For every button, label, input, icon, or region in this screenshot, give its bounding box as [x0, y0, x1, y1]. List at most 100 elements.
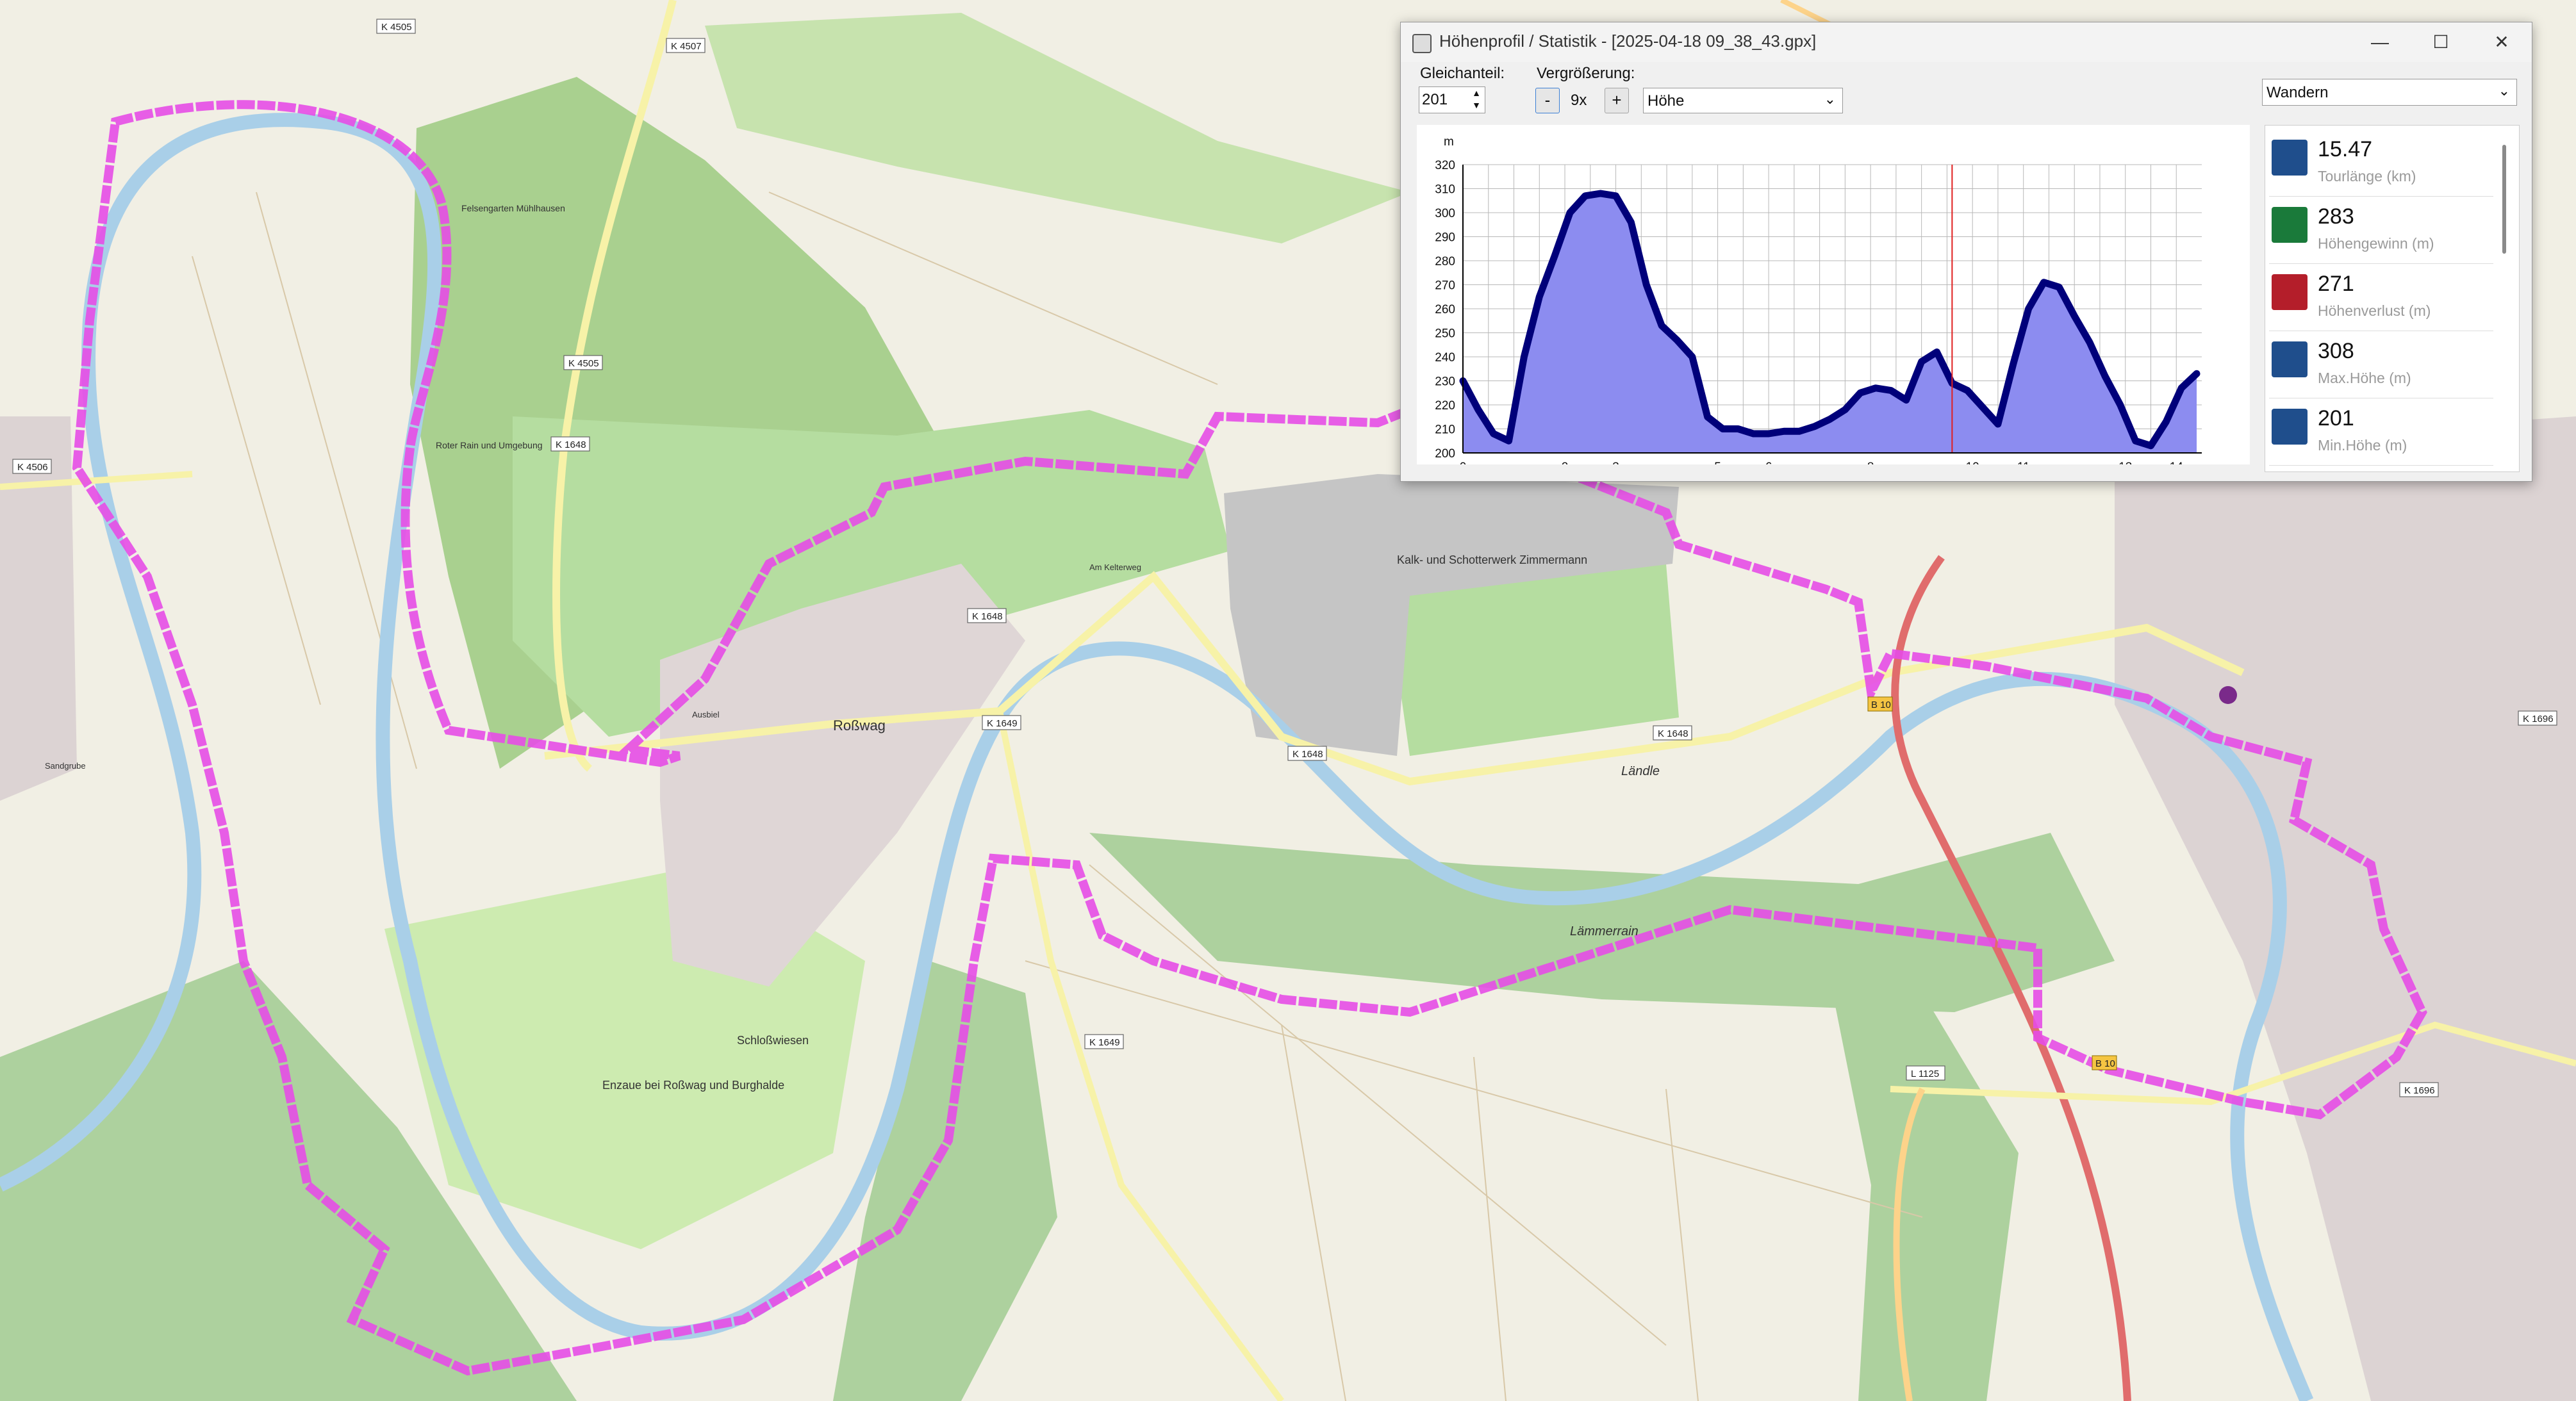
y-tick-label: 300 — [1435, 207, 1455, 220]
stat-value: 271 — [2318, 272, 2354, 296]
elevation-point — [1492, 432, 1495, 435]
stats-scrollbar[interactable] — [2502, 145, 2506, 254]
elevation-point — [1476, 408, 1480, 411]
close-button[interactable]: ✕ — [2471, 22, 2532, 62]
elevation-point — [1690, 356, 1694, 358]
descent-icon — [2272, 274, 2308, 310]
elevation-point — [2042, 281, 2045, 284]
zoom-out-button[interactable]: - — [1535, 88, 1560, 113]
road-shield: B 10 — [2092, 1055, 2117, 1070]
road-shield: K 4505 — [376, 19, 416, 34]
stat-caption: Höhenverlust (m) — [2318, 302, 2431, 319]
stat-caption: Höhengewinn (m) — [2318, 235, 2434, 252]
y-tick-label: 200 — [1435, 447, 1455, 461]
street-label: Am Kelterweg — [1089, 562, 1141, 572]
offset-value: 201 — [1422, 91, 1448, 108]
app-icon — [1412, 34, 1432, 53]
road-shield: L 1125 — [1906, 1065, 1945, 1081]
elevation-point — [2073, 315, 2076, 318]
elevation-point — [1859, 391, 1862, 395]
elevation-chart[interactable]: 2002102202302402502602702802903003103200… — [1417, 125, 2250, 482]
elevation-point — [2103, 375, 2106, 377]
zoom-in-button[interactable]: + — [1605, 88, 1629, 113]
town-west — [0, 416, 77, 801]
x-tick-label: 3 — [1612, 461, 1619, 464]
stats-panel: 15.47 Tourlänge (km) 283 Höhengewinn (m)… — [2265, 125, 2520, 472]
elevation-point — [1660, 324, 1664, 327]
y-tick-label: 280 — [1435, 255, 1455, 268]
stat-caption: Max.Höhe (m) — [2318, 370, 2411, 386]
spinner-arrows-icon[interactable]: ▲ ▼ — [1469, 87, 1483, 111]
maximize-button[interactable]: ☐ — [2410, 22, 2472, 62]
x-tick-label: 13 — [2118, 461, 2132, 464]
svg-text:K 4507: K 4507 — [671, 41, 702, 52]
y-tick-label: 230 — [1435, 375, 1455, 389]
road-shield: K 1648 — [1287, 746, 1327, 761]
x-tick-label: 11 — [2017, 461, 2030, 464]
svg-text:K 1648: K 1648 — [556, 439, 586, 450]
elevation-point — [1721, 427, 1724, 430]
elevation-point — [1889, 389, 1892, 392]
elevation-profile-window: Höhenprofil / Statistik - [2025-04-18 09… — [1400, 22, 2532, 482]
elevation-point — [1935, 350, 1938, 354]
place-label: Felsengarten Mühlhausen — [461, 203, 565, 213]
street-label: Ausbiel — [692, 710, 720, 719]
stat-value: 283 — [2318, 204, 2354, 229]
elevation-point — [1813, 425, 1816, 428]
offset-spinner[interactable]: 201 ▲ ▼ — [1419, 86, 1485, 113]
ascent-icon — [2272, 207, 2308, 243]
svg-text:K 4506: K 4506 — [17, 462, 48, 473]
zoom-label: Vergrößerung: — [1537, 65, 1635, 82]
profile-type-select[interactable]: Höhe ⌄ — [1643, 88, 1843, 113]
stat-caption: Tourlänge (km) — [2318, 168, 2416, 184]
stat-ascent: 283 Höhengewinn (m) — [2269, 199, 2493, 264]
min-height-icon — [2272, 409, 2308, 445]
svg-text:K 1648: K 1648 — [1658, 728, 1688, 739]
elevation-point — [1782, 430, 1785, 433]
place-label: Kalk- und Schotterwerk Zimmermann — [1397, 553, 1587, 566]
elevation-point — [1752, 432, 1755, 435]
minimize-button[interactable]: — — [2349, 22, 2411, 62]
elevation-point — [2165, 420, 2168, 423]
elevation-point — [2134, 439, 2137, 443]
poi-marker[interactable] — [2219, 686, 2237, 704]
elevation-chart-svg: 2002102202302402502602702802903003103200… — [1435, 135, 2231, 482]
elevation-point — [1630, 221, 1633, 224]
distance-icon — [2272, 140, 2308, 176]
y-tick-label: 210 — [1435, 423, 1455, 437]
y-tick-label: 250 — [1435, 327, 1455, 341]
y-tick-label: 270 — [1435, 279, 1455, 293]
stat-descent: 271 Höhenverlust (m) — [2269, 266, 2493, 331]
window-title: Höhenprofil / Statistik - [2025-04-18 09… — [1439, 31, 1817, 51]
svg-text:L 1125: L 1125 — [1911, 1069, 1939, 1079]
elevation-point — [1828, 418, 1831, 421]
svg-text:K 4505: K 4505 — [568, 358, 599, 369]
street-label: Sandgrube — [45, 761, 86, 771]
elevation-point — [2118, 404, 2122, 406]
road-shield: K 1648 — [550, 436, 590, 452]
y-axis-label: m — [1444, 135, 1454, 149]
svg-text:K 1648: K 1648 — [972, 611, 1003, 622]
place-label: Lämmerrain — [1570, 924, 1639, 938]
elevation-point — [1981, 406, 1985, 409]
y-tick-label: 320 — [1435, 159, 1455, 172]
stat-caption: Min.Höhe (m) — [2318, 437, 2407, 454]
elevation-point — [1538, 295, 1541, 299]
x-tick-label: 10 — [1966, 461, 1979, 464]
y-tick-label: 240 — [1435, 351, 1455, 365]
elevation-point — [1737, 427, 1740, 430]
stat-value: 201 — [2318, 406, 2354, 430]
elevation-point — [1553, 254, 1556, 258]
activity-select[interactable]: Wandern ⌄ — [2262, 79, 2517, 106]
y-tick-label: 220 — [1435, 399, 1455, 413]
elevation-point — [1583, 194, 1587, 197]
stat-max-height: 308 Max.Höhe (m) — [2269, 334, 2493, 398]
elevation-point — [1675, 338, 1678, 341]
x-tick-label: 2 — [1562, 461, 1569, 464]
stat-distance: 15.47 Tourlänge (km) — [2269, 132, 2493, 197]
title-bar[interactable]: Höhenprofil / Statistik - [2025-04-18 09… — [1401, 22, 2532, 62]
elevation-point — [2195, 372, 2199, 375]
place-label: Enzaue bei Roßwag und Burghalde — [602, 1079, 784, 1092]
svg-text:K 1696: K 1696 — [2404, 1085, 2435, 1096]
place-label: Roßwag — [833, 717, 886, 733]
